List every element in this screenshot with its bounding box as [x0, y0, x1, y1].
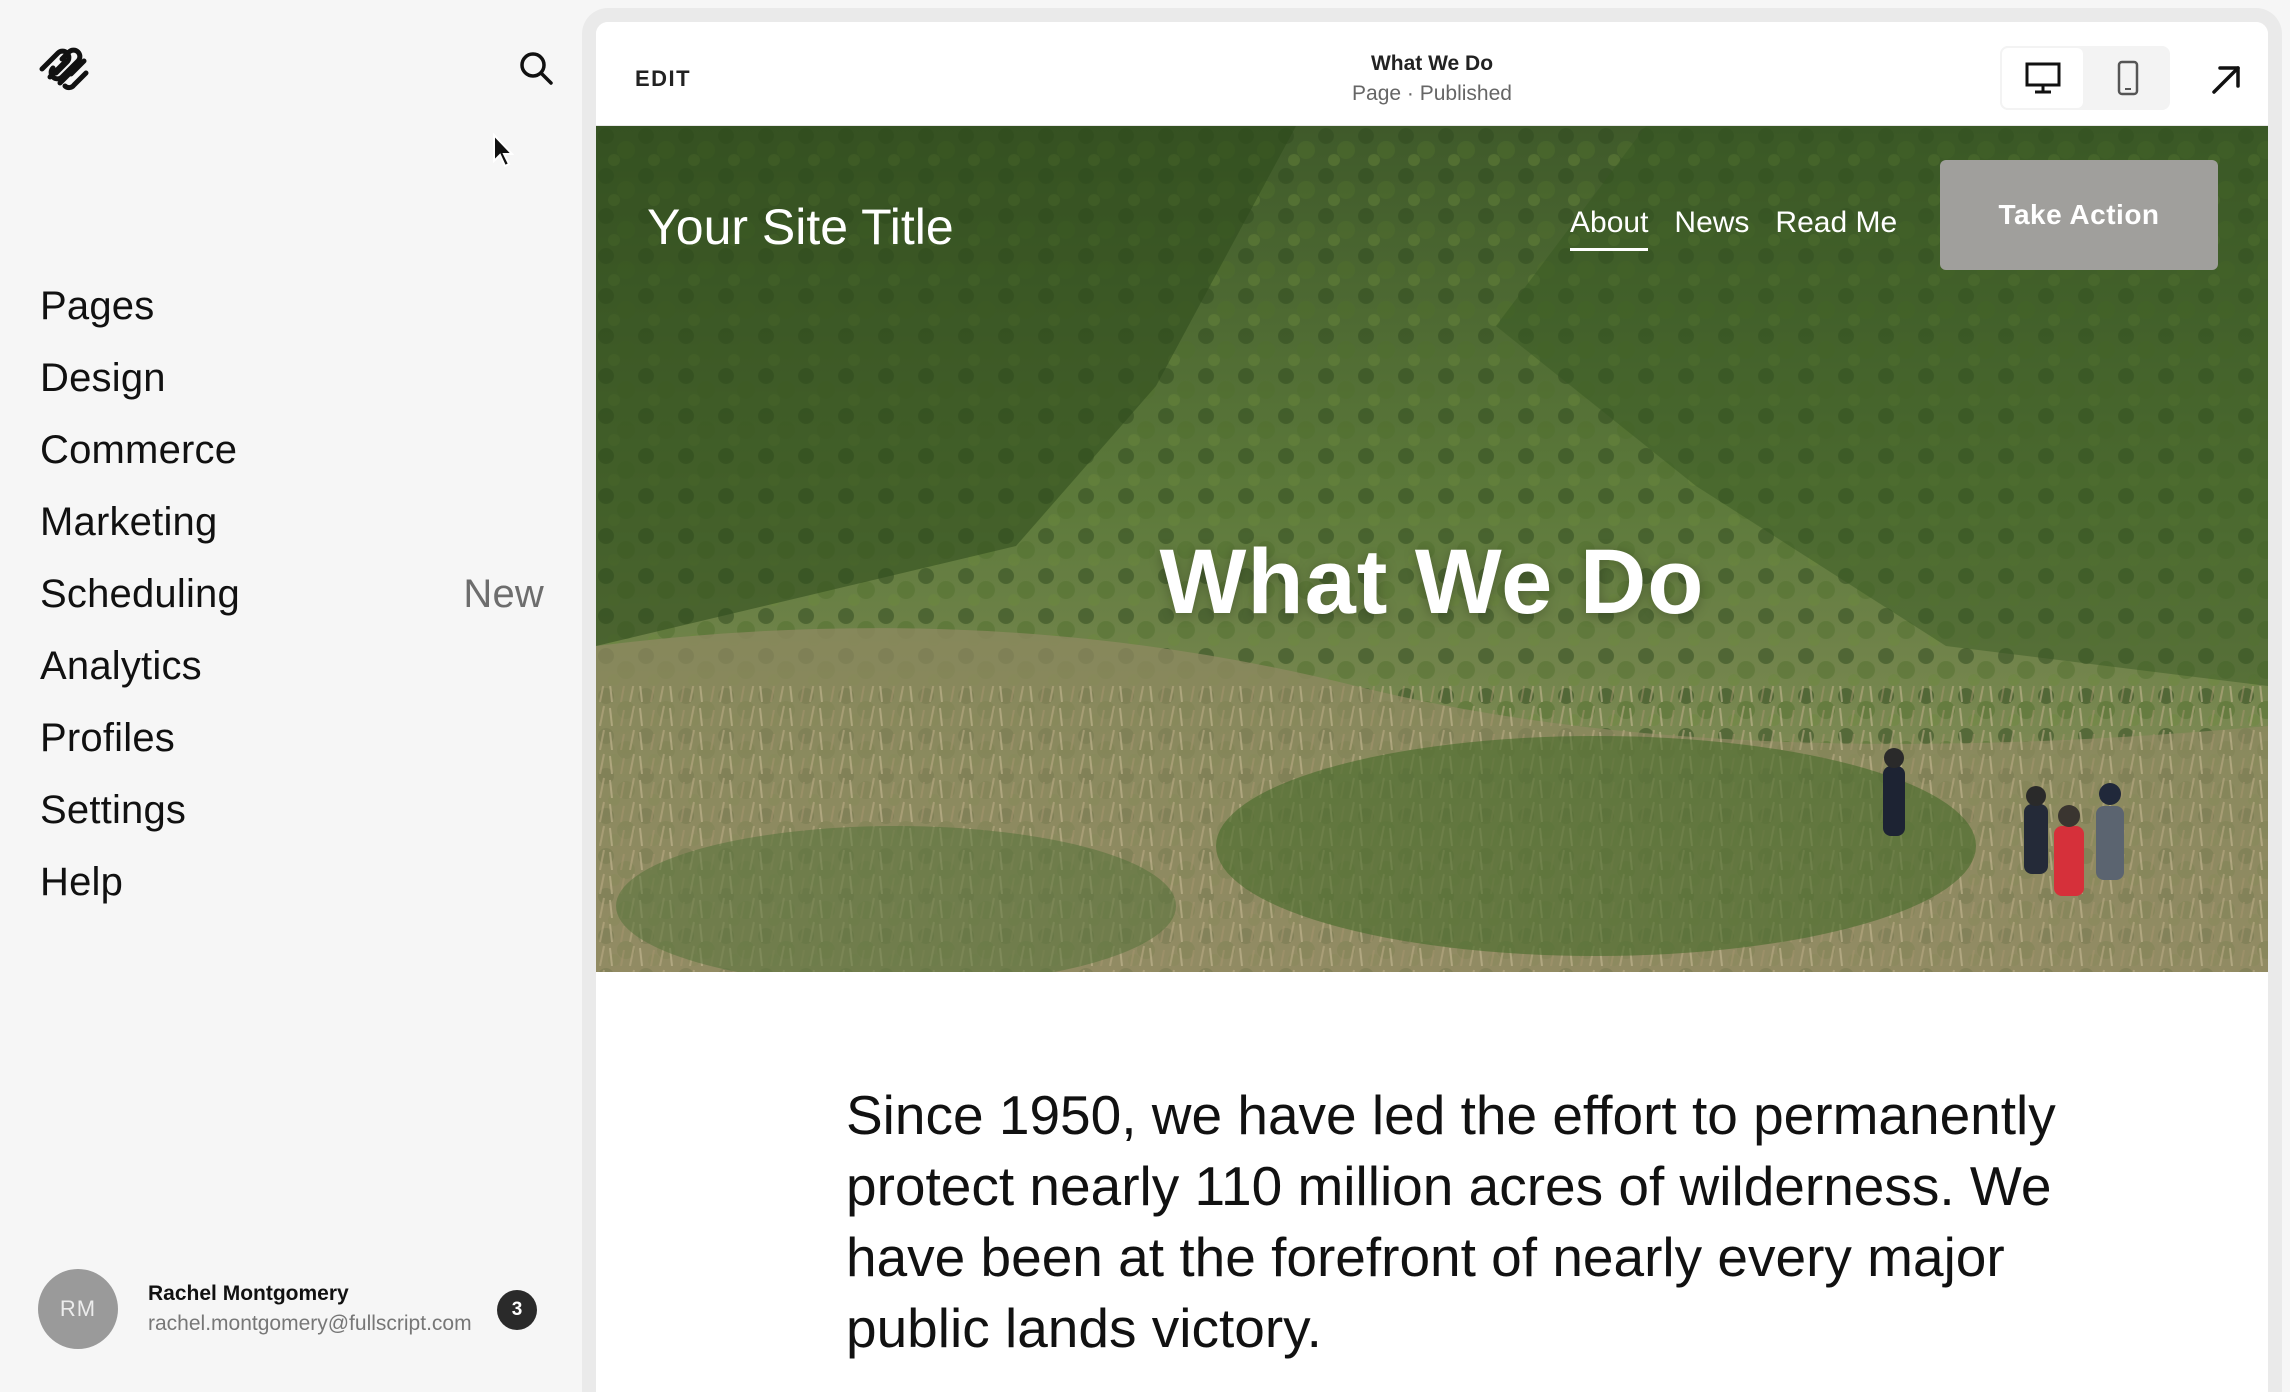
editor-toolbar: EDIT What We Do Page · Published — [596, 22, 2268, 126]
search-icon[interactable] — [518, 50, 554, 86]
sidebar-item-label: Pages — [40, 283, 155, 328]
user-name: Rachel Montgomery — [148, 1282, 349, 1305]
sidebar-item-label: Marketing — [40, 499, 218, 544]
mouse-pointer-icon — [493, 133, 514, 168]
sidebar-item-label: Profiles — [40, 715, 175, 760]
sidebar-item-analytics[interactable]: Analytics — [40, 630, 540, 702]
sidebar-item-profiles[interactable]: Profiles — [40, 702, 540, 774]
intro-paragraph[interactable]: Since 1950, we have led the effort to pe… — [846, 1080, 2126, 1364]
page-preview-frame: EDIT What We Do Page · Published Your Si… — [582, 8, 2282, 1392]
squarespace-logo-icon[interactable] — [38, 45, 90, 91]
sidebar-item-label: Scheduling — [40, 571, 240, 616]
site-nav-news[interactable]: News — [1674, 206, 1749, 251]
desktop-icon — [2025, 62, 2060, 94]
user-info: Rachel Montgomery rachel.montgomery@full… — [148, 1282, 528, 1336]
hero-section[interactable]: Your Site Title About News Read Me Take … — [596, 126, 2268, 972]
sidebar-nav: Pages Design Commerce Marketing Scheduli… — [40, 270, 544, 918]
user-email: rachel.montgomery@fullscript.com — [148, 1312, 472, 1335]
sidebar-item-label: Analytics — [40, 643, 202, 688]
sidebar-item-label: Help — [40, 859, 124, 904]
sidebar-item-label: Settings — [40, 787, 187, 832]
user-account[interactable]: RM Rachel Montgomery rachel.montgomery@f… — [38, 1268, 558, 1350]
site-nav-about[interactable]: About — [1570, 206, 1649, 251]
site-title[interactable]: Your Site Title — [647, 198, 954, 256]
device-view-toggle — [2000, 46, 2170, 110]
open-external-icon[interactable] — [2208, 62, 2244, 98]
site-nav: About News Read Me — [1570, 206, 1923, 251]
sidebar-item-settings[interactable]: Settings — [40, 774, 540, 846]
mobile-icon — [2117, 60, 2138, 96]
hero-heading: What We Do — [1159, 531, 1705, 633]
site-nav-read-me[interactable]: Read Me — [1775, 206, 1897, 251]
sidebar-item-scheduling[interactable]: Scheduling New — [40, 558, 544, 630]
sidebar-item-design[interactable]: Design — [40, 342, 540, 414]
avatar: RM — [38, 1269, 118, 1349]
sidebar-item-pages[interactable]: Pages — [40, 270, 540, 342]
desktop-view-button[interactable] — [2000, 46, 2085, 110]
sidebar-item-help[interactable]: Help — [40, 846, 540, 918]
sidebar: Pages Design Commerce Marketing Scheduli… — [0, 0, 584, 1392]
sidebar-item-marketing[interactable]: Marketing — [40, 486, 540, 558]
sidebar-item-label: Design — [40, 355, 166, 400]
sidebar-item-commerce[interactable]: Commerce — [40, 414, 540, 486]
sidebar-item-label: Commerce — [40, 427, 238, 472]
new-badge: New — [463, 571, 544, 616]
mobile-view-button[interactable] — [2085, 46, 2170, 110]
take-action-button[interactable]: Take Action — [1940, 160, 2218, 270]
notification-count-badge[interactable]: 3 — [497, 1290, 537, 1330]
